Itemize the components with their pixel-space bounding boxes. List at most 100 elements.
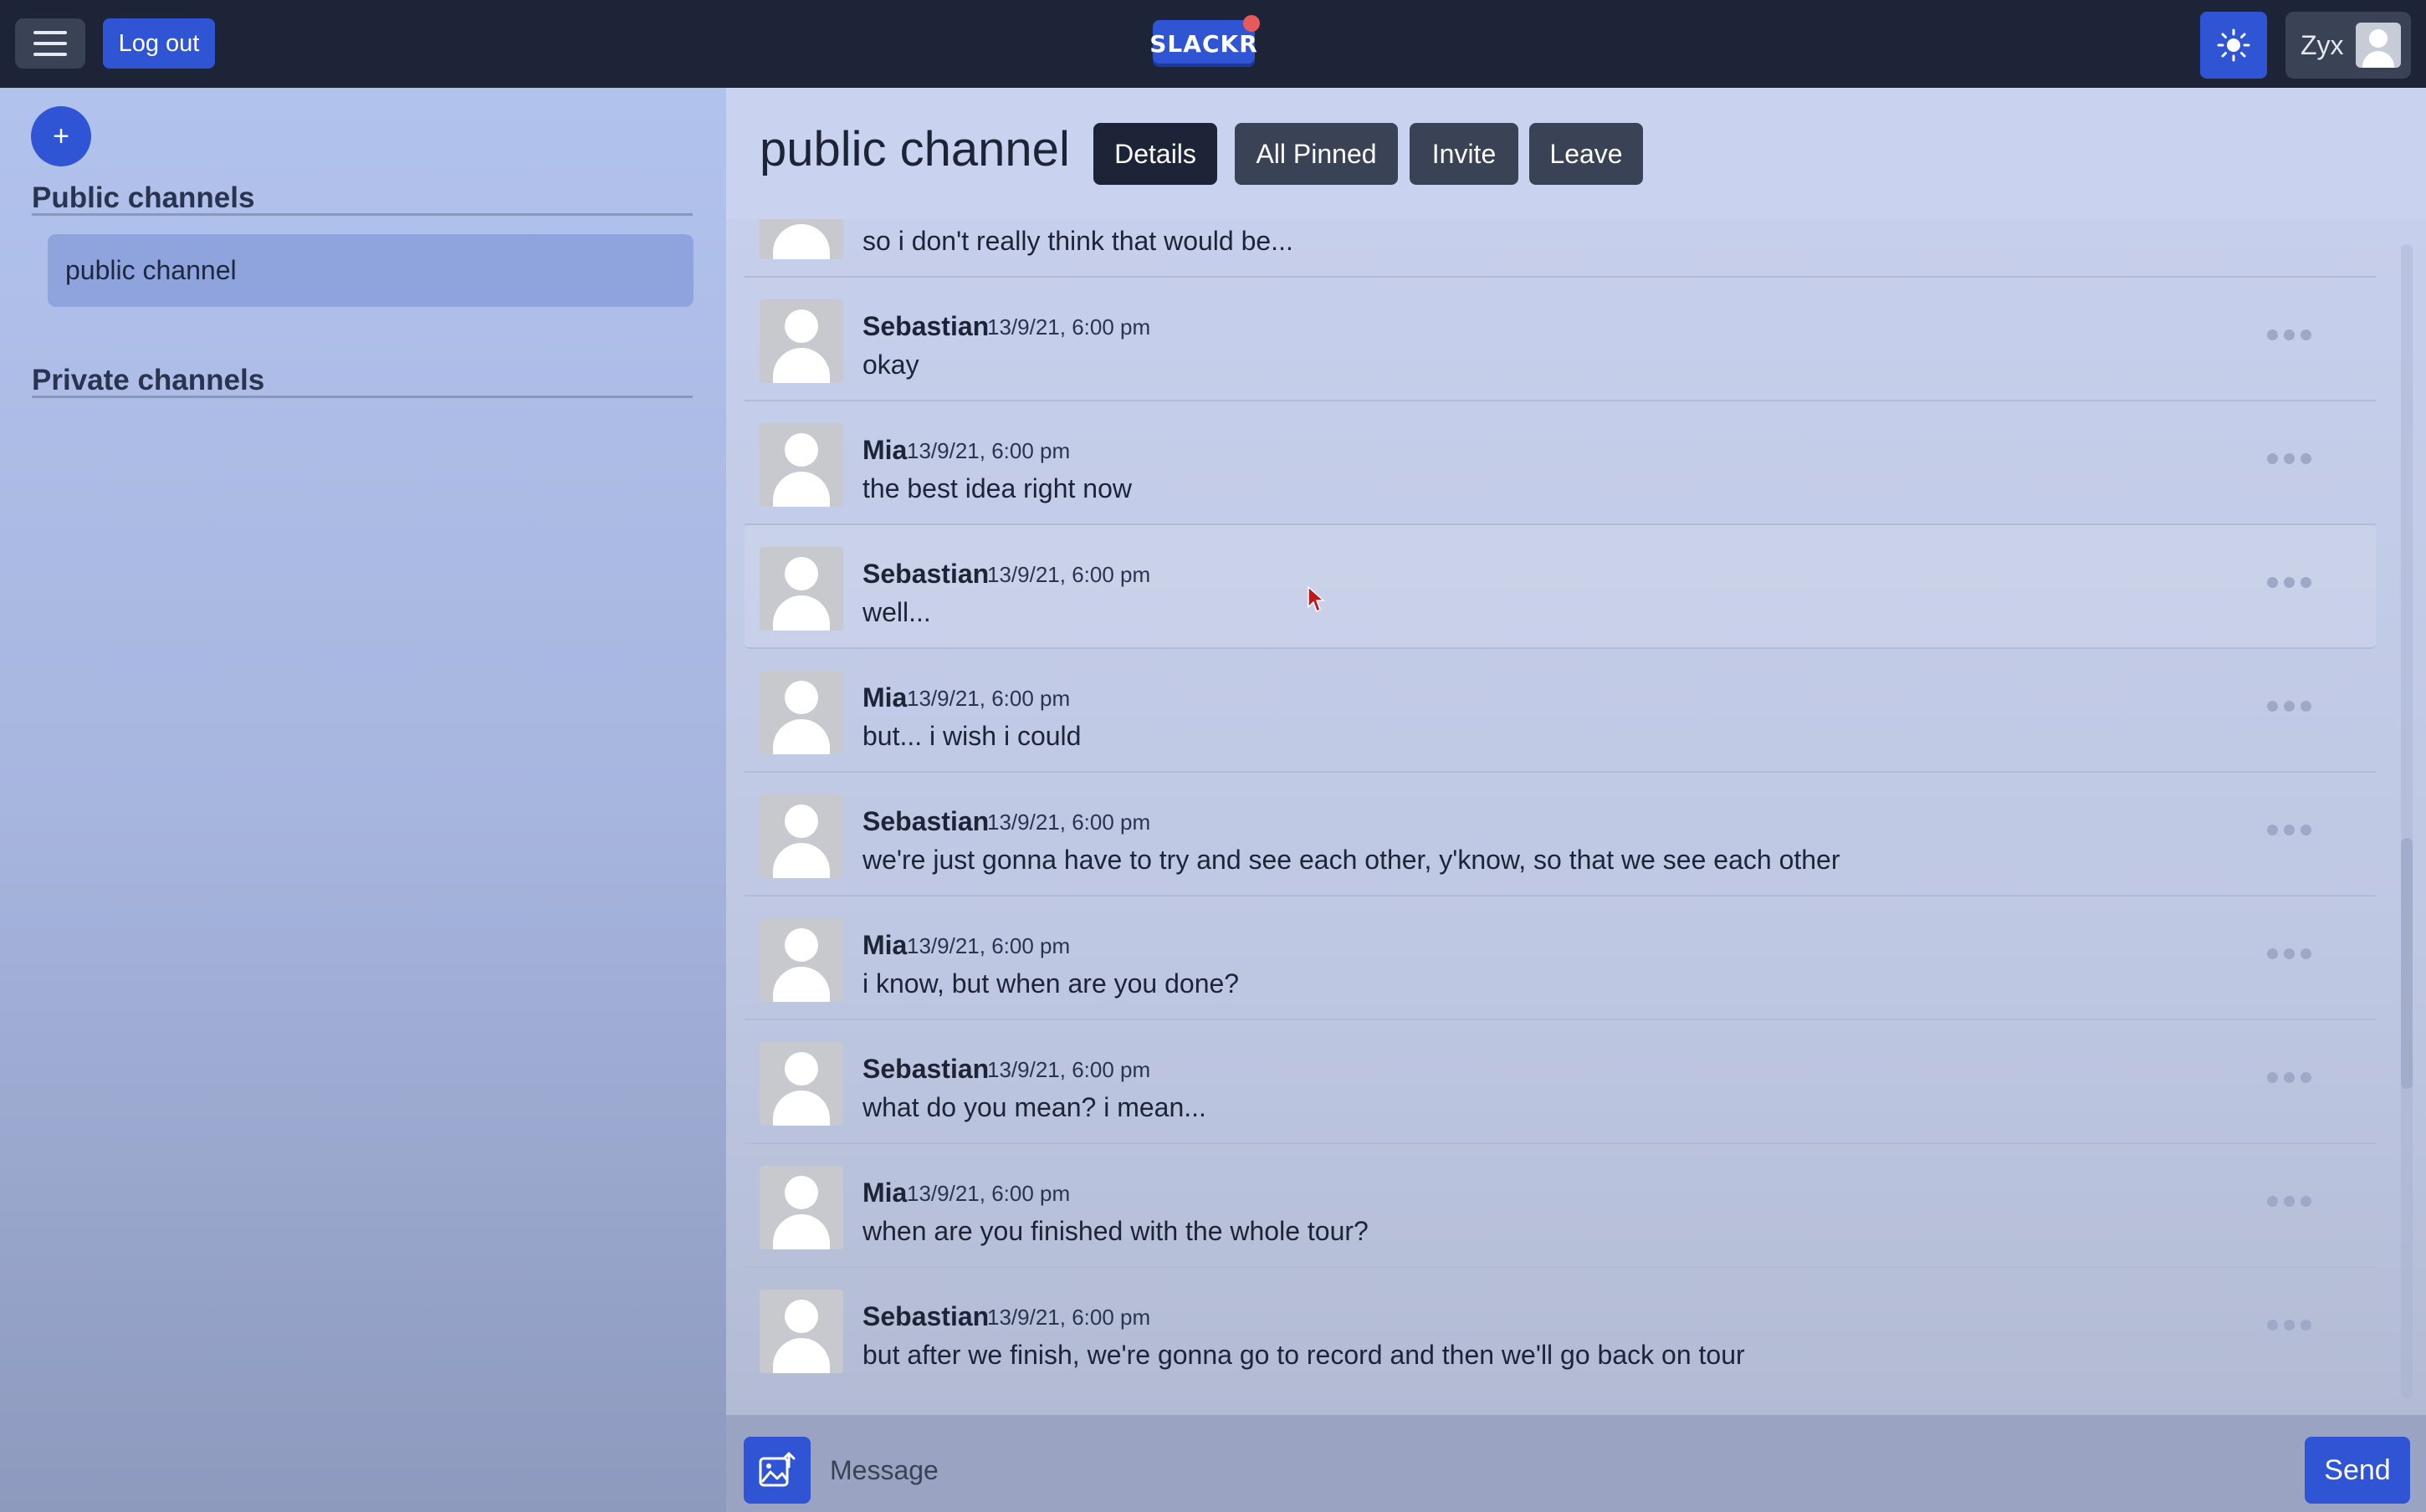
avatar (760, 1166, 843, 1249)
more-dots-icon (2267, 948, 2278, 959)
image-upload-button[interactable] (744, 1437, 811, 1504)
more-dots-icon (2267, 329, 2278, 340)
message-text: but... i wish i could (862, 721, 1082, 751)
leave-button[interactable]: Leave (1529, 123, 1643, 185)
message-composer: Send (726, 1415, 2426, 1512)
divider (32, 396, 693, 398)
message-item[interactable]: Mia 13/9/21, 6:00 pm the best idea right… (745, 401, 2376, 525)
menu-button[interactable] (15, 18, 85, 69)
more-options-button[interactable] (2267, 1072, 2311, 1083)
profile-button[interactable]: Zyx (2285, 12, 2411, 79)
more-options-button[interactable] (2267, 948, 2311, 959)
sun-icon (2217, 28, 2250, 62)
more-options-button[interactable] (2267, 577, 2311, 588)
message-author[interactable]: Sebastian (862, 559, 989, 590)
avatar (760, 671, 843, 754)
hamburger-icon (33, 31, 67, 34)
message-item[interactable]: Mia 13/9/21, 6:00 pm when are you finish… (745, 1144, 2376, 1268)
message-item[interactable]: Mia 13/9/21, 6:00 pm i know, but when ar… (745, 896, 2376, 1020)
more-options-button[interactable] (2267, 1196, 2311, 1207)
more-dots-icon (2267, 1196, 2278, 1207)
avatar (760, 547, 843, 631)
more-dots-icon (2267, 453, 2278, 464)
message-text: what do you mean? i mean... (862, 1092, 1206, 1122)
avatar (760, 423, 843, 507)
message-author[interactable]: Mia (862, 1177, 907, 1208)
message-text: we're just gonna have to try and see eac… (862, 845, 1840, 875)
image-upload-icon (759, 1452, 796, 1487)
message-item[interactable]: Sebastian 13/9/21, 6:00 pm but after we … (745, 1268, 2376, 1392)
divider (32, 213, 693, 216)
scrollbar-thumb[interactable] (2401, 838, 2413, 1089)
more-dots-icon (2267, 1072, 2278, 1083)
message-author[interactable]: Sebastian (862, 1054, 989, 1085)
invite-button[interactable]: Invite (1410, 123, 1518, 185)
message-item[interactable]: Sebastian 13/9/21, 6:00 pm well... (745, 525, 2376, 649)
message-timestamp: 13/9/21, 6:00 pm (987, 1305, 1151, 1330)
more-options-button[interactable] (2267, 701, 2311, 712)
message-timestamp: 13/9/21, 6:00 pm (987, 810, 1151, 835)
message-item[interactable]: Sebastian 13/9/21, 6:00 pm what do you m… (745, 1020, 2376, 1144)
avatar (760, 1042, 843, 1126)
avatar-icon (2355, 23, 2401, 68)
channel-title: public channel (760, 122, 1070, 176)
channel-header: public channel Details All Pinned Invite… (726, 88, 2426, 219)
message-author[interactable]: Mia (862, 930, 907, 961)
add-channel-button[interactable]: + (31, 106, 91, 166)
more-dots-icon (2267, 701, 2278, 712)
message-author[interactable]: Mia (862, 682, 907, 713)
sidebar: + Public channels public channel Private… (0, 88, 726, 1512)
mouse-cursor-icon (1308, 585, 1325, 613)
message-scrollbar[interactable] (2401, 244, 2413, 1398)
all-pinned-button[interactable]: All Pinned (1235, 123, 1398, 185)
notification-dot (1243, 15, 1260, 32)
message-item[interactable]: Mia 13/9/21, 6:00 pm but... i wish i cou… (745, 649, 2376, 773)
more-options-button[interactable] (2267, 1320, 2311, 1331)
avatar (760, 219, 843, 259)
message-text: the best idea right now (862, 473, 1132, 503)
more-options-button[interactable] (2267, 329, 2311, 340)
avatar (760, 1290, 843, 1373)
message-text: well... (862, 597, 931, 627)
avatar (760, 299, 843, 383)
more-dots-icon (2267, 825, 2278, 835)
message-timestamp: 13/9/21, 6:00 pm (907, 1181, 1071, 1206)
more-options-button[interactable] (2267, 453, 2311, 464)
slackr-logo: SLACKR (1149, 20, 1257, 67)
public-channels-title: Public channels (32, 181, 255, 214)
message-author[interactable]: Mia (862, 435, 907, 466)
private-channels-title: Private channels (32, 364, 265, 396)
sidebar-item-public-channel[interactable]: public channel (48, 234, 694, 307)
send-button[interactable]: Send (2305, 1437, 2410, 1504)
top-bar: Log out SLACKR Zyx (0, 0, 2426, 88)
message-timestamp: 13/9/21, 6:00 pm (987, 1057, 1151, 1082)
message-text: okay (862, 350, 919, 380)
avatar (760, 918, 843, 1002)
more-options-button[interactable] (2267, 825, 2311, 835)
message-author[interactable]: Sebastian (862, 1301, 989, 1332)
message-text: so i don't really think that would be... (862, 226, 1293, 256)
message-author[interactable]: Sebastian (862, 311, 989, 342)
message-timestamp: 13/9/21, 6:00 pm (987, 562, 1151, 587)
logout-button[interactable]: Log out (103, 18, 215, 69)
message-timestamp: 13/9/21, 6:00 pm (907, 438, 1071, 463)
message-text: when are you finished with the whole tou… (862, 1216, 1369, 1246)
message-author[interactable]: Sebastian (862, 806, 989, 837)
message-item[interactable]: so i don't really think that would be... (745, 219, 2376, 278)
message-list[interactable]: so i don't really think that would be...… (726, 219, 2426, 1415)
message-input[interactable] (830, 1437, 2185, 1504)
message-timestamp: 13/9/21, 6:00 pm (987, 314, 1151, 340)
message-text: but after we finish, we're gonna go to r… (862, 1340, 1745, 1370)
more-dots-icon (2267, 1320, 2278, 1331)
message-timestamp: 13/9/21, 6:00 pm (907, 933, 1071, 958)
message-timestamp: 13/9/21, 6:00 pm (907, 686, 1071, 711)
theme-toggle-button[interactable] (2200, 12, 2267, 79)
details-button[interactable]: Details (1093, 123, 1217, 185)
more-dots-icon (2267, 577, 2278, 588)
user-name: Zyx (2301, 29, 2344, 60)
message-item[interactable]: Sebastian 13/9/21, 6:00 pm okay (745, 278, 2376, 401)
message-text: i know, but when are you done? (862, 968, 1240, 999)
message-item[interactable]: Sebastian 13/9/21, 6:00 pm we're just go… (745, 773, 2376, 896)
channel-view: public channel Details All Pinned Invite… (726, 88, 2426, 1512)
avatar (760, 794, 843, 878)
